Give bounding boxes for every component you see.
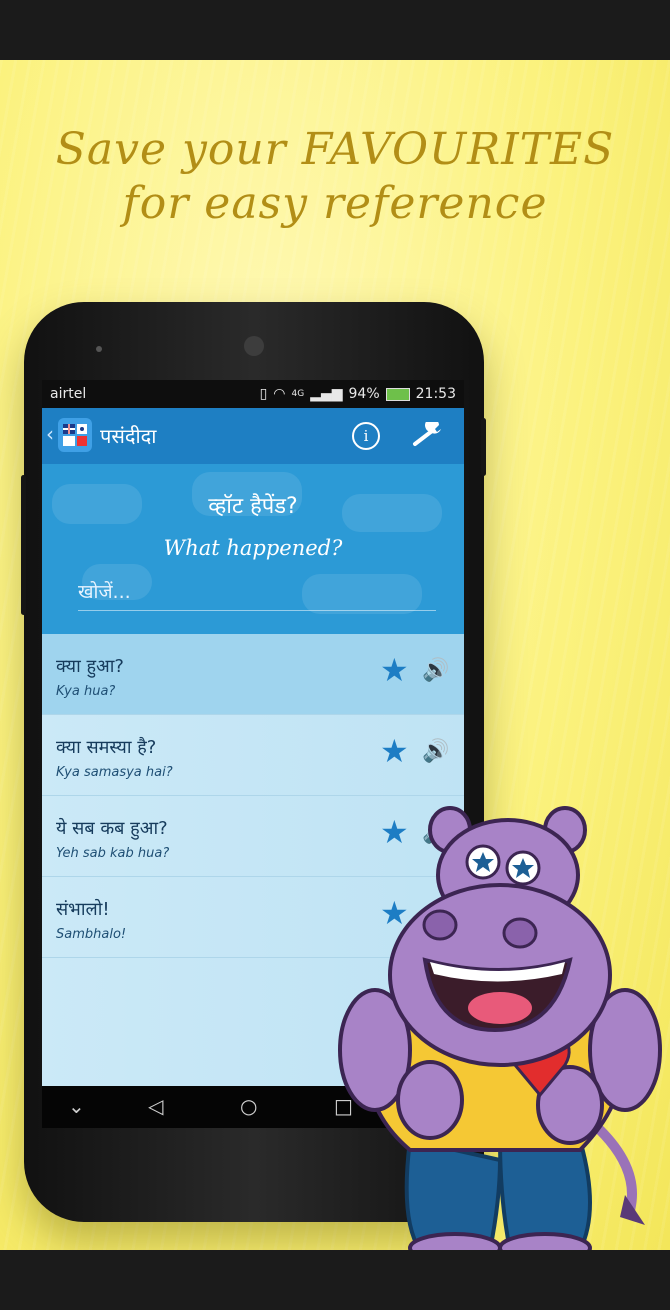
current-hindi-phrase: व्हॉट हैपेंड? (208, 494, 298, 519)
phrase-transliteration: Yeh sab kab hua? (56, 846, 170, 861)
phrase-hindi: क्या हुआ? (56, 656, 124, 677)
proximity-sensor (96, 346, 102, 352)
hippo-mascot (338, 806, 662, 1260)
front-camera (244, 336, 264, 356)
star-icon[interactable]: ★ (380, 654, 409, 686)
headline-line-1: Save your FAVOURITES (55, 124, 615, 175)
keyboard-down-icon[interactable]: ⌄ (68, 1094, 85, 1118)
battery-percent: 94% (348, 386, 380, 402)
signal-icon: ▂▄▆ (310, 386, 343, 402)
settings-wrench-icon[interactable] (412, 418, 446, 454)
nav-home-icon[interactable]: ○ (240, 1094, 257, 1118)
phrase-transliteration: Kya hua? (56, 684, 116, 699)
app-bar: ‹ पसंदीदा i (42, 408, 464, 464)
carrier-label: airtel (50, 386, 87, 402)
star-icon[interactable]: ★ (380, 735, 409, 767)
battery-icon (385, 387, 410, 401)
status-bar: airtel ▯ ◠ 4G ▂▄▆ 94% 21:53 (42, 380, 464, 408)
current-english-phrase: What happened? (163, 536, 343, 560)
phrase-hindi: ये सब कब हुआ? (56, 818, 168, 839)
speaker-icon[interactable]: 🔊 (422, 658, 449, 683)
bottom-black-bar (0, 1250, 670, 1310)
network-type: 4G (291, 389, 305, 399)
list-item[interactable]: क्या हुआ? Kya hua? ★ 🔊 (42, 634, 464, 715)
back-chevron-icon[interactable]: ‹ (46, 422, 54, 446)
page-title: पसंदीदा (100, 424, 157, 448)
app-logo-icon[interactable] (58, 418, 92, 452)
phrase-hindi: संभालो! (56, 899, 110, 920)
wifi-icon: ◠ (273, 386, 286, 402)
speaker-icon[interactable]: 🔊 (422, 739, 449, 764)
info-icon[interactable]: i (352, 422, 380, 450)
top-black-bar (0, 0, 670, 60)
phrase-transliteration: Kya samasya hai? (56, 765, 173, 780)
search-input[interactable]: खोजें... (78, 578, 436, 611)
phrase-hindi: क्या समस्या है? (56, 737, 157, 758)
current-phrase-panel: व्हॉट हैपेंड? What happened? खोजें... (42, 464, 464, 634)
volume-button (481, 418, 486, 476)
list-item[interactable]: क्या समस्या है? Kya samasya hai? ★ 🔊 (42, 715, 464, 796)
power-button (21, 475, 26, 615)
nav-back-icon[interactable]: ◁ (148, 1094, 163, 1118)
vibrate-icon: ▯ (259, 386, 268, 402)
phrase-transliteration: Sambhalo! (56, 927, 127, 942)
headline-line-2: for easy reference (122, 178, 548, 229)
clock: 21:53 (415, 386, 456, 402)
